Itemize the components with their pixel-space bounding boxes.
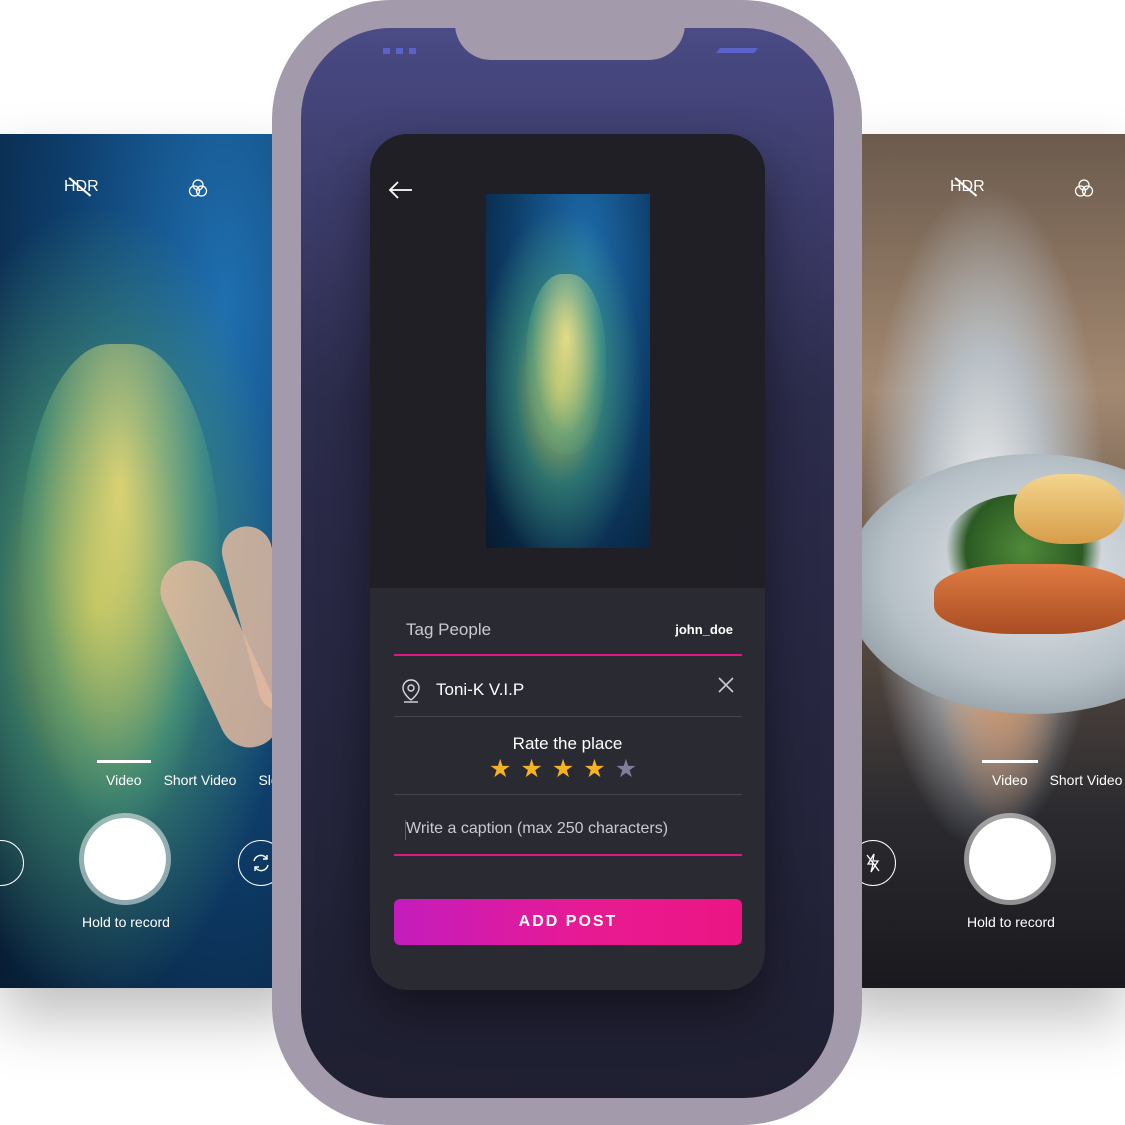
add-post-screen: Tag People john_doe Toni-K V.I.P Rate th… [370, 134, 765, 990]
star-4[interactable]: ★ [583, 756, 605, 781]
star-1[interactable]: ★ [489, 756, 511, 781]
add-post-button[interactable]: ADD POST [394, 899, 742, 945]
filters-icon[interactable] [1074, 178, 1094, 198]
back-arrow-icon[interactable] [388, 180, 414, 200]
status-signal [383, 48, 416, 54]
divider [394, 794, 742, 795]
divider [394, 716, 742, 717]
caption-input[interactable]: Write a caption (max 250 characters) [406, 820, 668, 838]
record-button[interactable] [969, 818, 1051, 900]
tag-people-label[interactable]: Tag People [406, 620, 491, 640]
mode-video[interactable]: Video [106, 772, 142, 788]
flash-button[interactable] [0, 840, 24, 886]
filters-icon[interactable] [188, 178, 208, 198]
preview-figure-shape [526, 274, 606, 454]
camera-mode-selector[interactable]: Video Short Video [992, 772, 1122, 788]
tag-people-underline [394, 654, 742, 656]
mode-short-video[interactable]: Short Video [1050, 772, 1123, 788]
star-5[interactable]: ★ [615, 756, 637, 781]
camera-flip-icon [253, 854, 269, 872]
phone-notch [455, 0, 685, 60]
hdr-toggle[interactable]: HDR [950, 178, 985, 196]
clear-location-icon[interactable] [717, 676, 735, 694]
hold-to-record-label: Hold to record [967, 914, 1055, 930]
flash-off-icon [866, 853, 880, 873]
location-pin-icon [402, 679, 420, 703]
star-rating[interactable]: ★ ★ ★ ★ ★ [489, 756, 637, 781]
media-preview[interactable] [486, 194, 650, 548]
mode-video[interactable]: Video [992, 772, 1028, 788]
caption-underline [394, 854, 742, 856]
location-field[interactable]: Toni-K V.I.P [436, 680, 524, 700]
active-mode-indicator [97, 760, 151, 763]
tagged-user[interactable]: john_doe [675, 622, 733, 637]
hold-to-record-label: Hold to record [82, 914, 170, 930]
status-battery [715, 48, 759, 53]
record-button[interactable] [84, 818, 166, 900]
food-fish-shape [1014, 474, 1124, 544]
active-mode-indicator [982, 760, 1038, 763]
mode-short-video[interactable]: Short Video [164, 772, 237, 788]
rate-place-label: Rate the place [512, 734, 623, 753]
food-salmon-shape [934, 564, 1125, 634]
star-2[interactable]: ★ [520, 756, 542, 781]
hdr-toggle[interactable]: HDR [64, 178, 99, 196]
star-3[interactable]: ★ [552, 756, 574, 781]
